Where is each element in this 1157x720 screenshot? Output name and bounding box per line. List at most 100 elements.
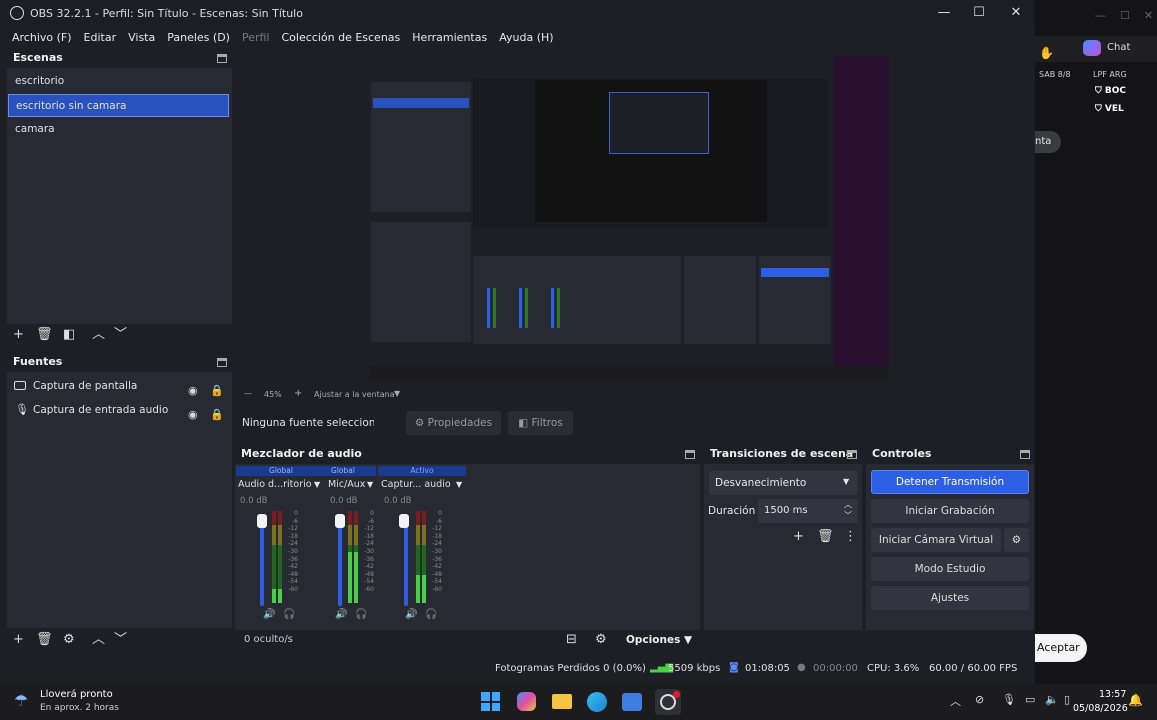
menu-archivo[interactable]: Archivo (F) <box>12 31 72 44</box>
speaker-icon[interactable]: 🔊 <box>263 609 275 620</box>
weather-title[interactable]: Lloverá pronto <box>40 689 113 700</box>
accept-button[interactable]: Aceptar <box>1035 634 1087 662</box>
spin-arrows-icon[interactable]: ︿ ﹀ <box>844 499 852 521</box>
source-context-bar: Ninguna fuente seleccionad ⚙ Propiedades… <box>236 408 1035 440</box>
weather-rain-icon[interactable]: ☂ <box>14 691 28 710</box>
audio-level-meter <box>272 589 276 603</box>
remove-transition-trash-icon[interactable]: 🗑 <box>817 530 834 544</box>
remove-scene-trash-icon[interactable]: 🗑 <box>36 328 53 342</box>
stop-stream-button[interactable]: Detener Transmisión <box>871 470 1029 494</box>
chat-label[interactable]: Chat <box>1107 42 1130 53</box>
mixer-settings-gear-icon[interactable]: ⚙ <box>595 633 607 647</box>
transition-select[interactable]: Desvanecimiento ▼ <box>709 471 858 495</box>
scene-item-selected[interactable]: escritorio sin camara <box>8 94 229 117</box>
channel-menu-chevron-icon[interactable]: ▼ <box>367 480 373 489</box>
source-item[interactable]: Captura de pantalla ◉ 🔒 <box>14 375 224 397</box>
virtual-camera-button[interactable]: Iniciar Cámara Virtual <box>871 528 1001 552</box>
windows-start-icon[interactable] <box>481 692 500 711</box>
close-button[interactable]: ✕ <box>1001 4 1031 22</box>
volume-fader[interactable] <box>404 516 408 606</box>
lock-icon[interactable]: 🔒 <box>210 404 224 426</box>
audio-level-meter <box>348 552 352 603</box>
menu-coleccion-escenas[interactable]: Colección de Escenas <box>282 31 401 44</box>
volume-fader-handle[interactable] <box>257 514 267 528</box>
move-up-icon[interactable]: ︿ <box>92 633 105 647</box>
mixer-undock-icon[interactable] <box>685 450 695 459</box>
volume-icon[interactable]: 🔈 <box>1045 693 1059 706</box>
channel-name: Captur... audio <box>381 479 451 490</box>
duration-spinbox[interactable]: 1500 ms ︿ ﹀ <box>758 499 858 523</box>
obs-taskbar-button[interactable] <box>655 689 681 715</box>
source-properties-gear-icon[interactable]: ⚙ <box>63 633 75 647</box>
controls-undock-icon[interactable] <box>1020 450 1030 459</box>
speaker-icon[interactable]: 🔊 <box>405 609 417 620</box>
nested-background <box>834 56 889 366</box>
scene-item[interactable]: camara <box>8 118 229 141</box>
menu-perfil[interactable]: Perfil <box>242 31 270 44</box>
mixer-layout-icon[interactable]: ⊟ <box>566 633 577 647</box>
fit-window-label[interactable]: Ajustar a la ventana <box>314 390 395 399</box>
volume-fader[interactable] <box>338 516 342 606</box>
headphones-icon[interactable]: 🎧 <box>425 609 437 620</box>
network-icon[interactable]: ▭ <box>1025 693 1035 706</box>
eye-icon[interactable]: ◉ <box>188 404 198 426</box>
sources-undock-icon[interactable] <box>217 358 227 367</box>
copilot-icon[interactable] <box>517 692 536 711</box>
headphones-icon[interactable]: 🎧 <box>283 609 295 620</box>
zoom-in-button[interactable]: + <box>294 388 302 399</box>
add-transition-button[interactable]: + <box>793 530 804 544</box>
scenes-undock-icon[interactable] <box>217 54 227 63</box>
minimize-button[interactable]: — <box>929 4 959 22</box>
bg-pill[interactable]: nta <box>1033 131 1061 153</box>
sources-dock-title: Fuentes <box>13 355 63 368</box>
speaker-icon[interactable]: 🔊 <box>335 609 347 620</box>
maximize-button[interactable]: ☐ <box>964 4 994 22</box>
clock-time[interactable]: 13:57 <box>1099 689 1126 700</box>
filters-button[interactable]: ◧ Filtros <box>508 411 573 435</box>
transitions-undock-icon[interactable] <box>847 450 857 459</box>
microphone-icon: 🎙 <box>15 403 29 416</box>
menu-herramientas[interactable]: Herramientas <box>412 31 487 44</box>
transition-more-icon[interactable]: ⋮ <box>844 530 857 544</box>
source-label: Captura de pantalla <box>33 380 138 392</box>
settings-button[interactable]: Ajustes <box>871 586 1029 610</box>
move-down-icon[interactable]: ﹀ <box>114 633 127 647</box>
file-explorer-icon[interactable] <box>552 694 572 709</box>
scene-item[interactable]: escritorio <box>8 70 229 93</box>
studio-mode-button[interactable]: Modo Estudio <box>871 557 1029 581</box>
start-recording-button[interactable]: Iniciar Grabación <box>871 499 1029 523</box>
scene-filters-icon[interactable]: ◧ <box>63 328 75 342</box>
tray-overflow-chevron-icon[interactable]: ︿ <box>950 693 961 709</box>
copilot-icon <box>1083 40 1101 56</box>
properties-button[interactable]: ⚙ Propiedades <box>406 411 501 435</box>
menu-ayuda[interactable]: Ayuda (H) <box>499 31 553 44</box>
headphones-icon[interactable]: 🎧 <box>355 609 367 620</box>
battery-icon[interactable]: ▯ <box>1064 693 1070 706</box>
channel-menu-chevron-icon[interactable]: ▼ <box>456 480 462 489</box>
edge-browser-icon[interactable] <box>587 692 607 712</box>
options-button[interactable]: Opciones ▼ <box>626 634 692 646</box>
mail-icon[interactable] <box>622 693 642 711</box>
fit-dropdown-chevron-icon[interactable]: ▼ <box>394 389 400 398</box>
source-item[interactable]: 🎙 Captura de entrada audio ◉ 🔒 <box>14 399 224 421</box>
menu-paneles[interactable]: Paneles (D) <box>167 31 230 44</box>
zoom-out-button[interactable]: — <box>244 389 252 398</box>
move-up-icon[interactable]: ︿ <box>92 328 105 342</box>
add-source-button[interactable]: + <box>13 633 24 647</box>
add-scene-button[interactable]: + <box>13 328 24 342</box>
meet-now-icon[interactable]: ⊘ <box>975 693 984 706</box>
volume-fader-handle[interactable] <box>335 514 345 528</box>
volume-fader-handle[interactable] <box>399 514 409 528</box>
menu-vista[interactable]: Vista <box>128 31 155 44</box>
notification-bell-icon[interactable]: 🔔 <box>1128 693 1143 707</box>
virtual-camera-settings-gear-icon[interactable]: ⚙ <box>1004 528 1029 552</box>
menu-editar[interactable]: Editar <box>84 31 117 44</box>
remove-source-trash-icon[interactable]: 🗑 <box>36 633 53 647</box>
microphone-tray-icon[interactable]: 🎙 <box>1002 693 1016 706</box>
clock-date[interactable]: 05/08/2026 <box>1073 703 1128 714</box>
volume-fader[interactable] <box>260 516 264 606</box>
preview-canvas[interactable] <box>369 56 889 382</box>
move-down-icon[interactable]: ﹀ <box>114 328 127 342</box>
extension-icon[interactable]: ✋ <box>1039 46 1054 60</box>
db-scale: 0 -6 -12 -18 -24 -30 -36 -42 -48 -54 -60 <box>364 510 374 593</box>
